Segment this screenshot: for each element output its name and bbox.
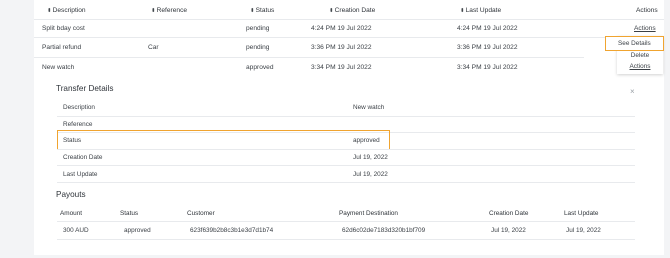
sort-icon: ⬍ [329, 8, 334, 14]
actions-link[interactable]: Actions [634, 25, 656, 32]
sort-icon: ⬍ [47, 8, 52, 14]
divider [57, 165, 635, 166]
payouts-header-status: Status [120, 210, 139, 217]
divider [57, 149, 635, 150]
detail-value-creation-date: Jul 19, 2022 [353, 154, 388, 161]
cell-status: approved [246, 64, 274, 71]
divider [57, 116, 635, 117]
divider [34, 19, 664, 20]
column-header-creation-date[interactable]: ⬍Creation Date [329, 7, 375, 14]
divider [34, 57, 584, 58]
sort-icon: ⬍ [460, 8, 465, 14]
cell-status: pending [246, 44, 270, 51]
payout-customer: 623f639b2b8c3b1e3d7d1b74 [190, 227, 274, 234]
sort-icon: ⬍ [151, 8, 156, 14]
payouts-header-amount: Amount [60, 210, 83, 217]
close-icon[interactable]: × [630, 87, 635, 96]
divider [57, 239, 635, 240]
cell-reference: Car [148, 44, 159, 51]
payout-status: approved [124, 227, 151, 234]
payout-last-update: Jul 19, 2022 [566, 227, 601, 234]
detail-value-last-update: Jul 19, 2022 [353, 171, 388, 178]
payouts-header-customer: Customer [187, 210, 215, 217]
payouts-header-destination: Payment Destination [339, 210, 398, 217]
details-title: Transfer Details [56, 84, 114, 93]
detail-label-status: Status [63, 137, 82, 144]
sort-icon: ⬍ [250, 8, 255, 14]
cell-last-update: 3:34 PM 19 Jul 2022 [457, 64, 518, 71]
column-header-description[interactable]: ⬍Description [47, 7, 86, 14]
see-details-label: See Details [618, 39, 651, 47]
column-header-status[interactable]: ⬍Status [250, 7, 274, 14]
column-header-reference[interactable]: ⬍Reference [151, 7, 187, 14]
payouts-title: Payouts [56, 190, 86, 199]
cell-creation-date: 3:36 PM 19 Jul 2022 [311, 44, 372, 51]
cell-creation-date: 4:24 PM 19 Jul 2022 [311, 25, 372, 32]
payouts-header-last-update: Last Update [564, 210, 599, 217]
cell-last-update: 3:36 PM 19 Jul 2022 [457, 44, 518, 51]
divider [34, 37, 664, 38]
detail-label-reference: Reference [63, 121, 93, 128]
detail-label-last-update: Last Update [63, 171, 98, 178]
payouts-header-creation-date: Creation Date [489, 210, 529, 217]
transfers-page: ⬍Description ⬍Reference ⬍Status ⬍Creatio… [34, 0, 664, 255]
detail-value-status: approved [353, 137, 380, 144]
menu-item-see-details[interactable]: See Details [605, 36, 664, 51]
status-highlight [57, 130, 390, 150]
divider [57, 221, 635, 222]
cell-description: Partial refund [42, 44, 82, 51]
actions-link[interactable]: Actions [617, 63, 663, 70]
payout-destination: 62d6c02de7183d320b1bf709 [342, 227, 426, 234]
detail-value-description: New watch [353, 104, 385, 111]
payout-amount: 300 AUD [63, 227, 89, 234]
cell-description: New watch [42, 64, 75, 71]
cell-description: Split bday cost [42, 25, 85, 32]
cell-last-update: 4:24 PM 19 Jul 2022 [457, 25, 518, 32]
cell-status: pending [246, 25, 270, 32]
cell-creation-date: 3:34 PM 19 Jul 2022 [311, 64, 372, 71]
menu-item-delete[interactable]: Delete [617, 52, 663, 59]
column-header-actions: Actions [636, 7, 658, 14]
detail-label-creation-date: Creation Date [63, 154, 103, 161]
detail-label-description: Description [63, 104, 95, 111]
payout-creation-date: Jul 19, 2022 [491, 227, 526, 234]
divider [57, 182, 635, 183]
column-header-last-update[interactable]: ⬍Last Update [460, 7, 501, 14]
